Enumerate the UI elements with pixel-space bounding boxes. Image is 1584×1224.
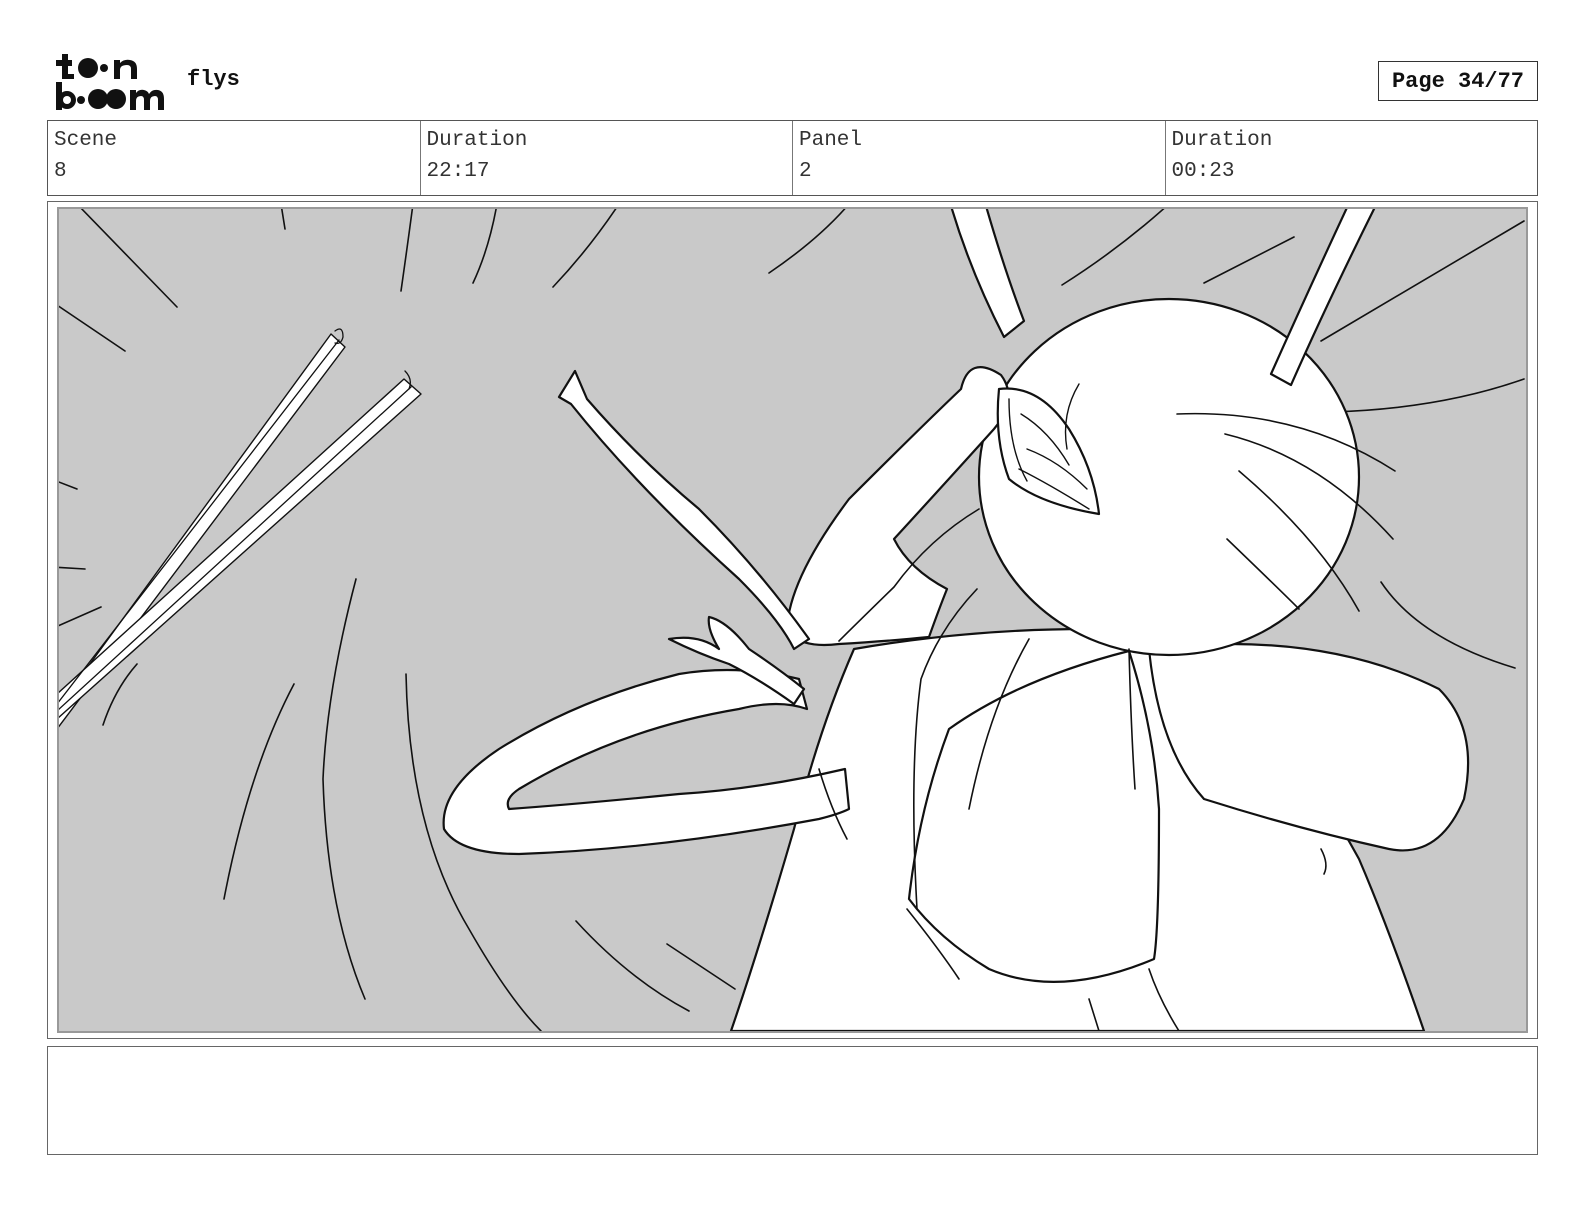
panel-value: 2 xyxy=(799,160,812,183)
panel-notes-box xyxy=(47,1046,1538,1155)
scene-cell: Scene 8 xyxy=(48,121,421,195)
panel-duration-label: Duration xyxy=(1171,129,1273,152)
storyboard-panel-image xyxy=(57,207,1528,1033)
project-title: flys xyxy=(187,67,240,92)
toonboom-logo-icon xyxy=(52,50,164,112)
scene-duration-value: 22:17 xyxy=(426,160,490,183)
panel-duration-value: 00:23 xyxy=(1171,160,1235,183)
scene-value: 8 xyxy=(54,160,67,183)
scene-info-row: Scene 8 Duration 22:17 Panel 2 Duration … xyxy=(47,120,1538,196)
scene-duration-cell: Duration 22:17 xyxy=(421,121,793,195)
panel-duration-cell: Duration 00:23 xyxy=(1166,121,1538,195)
scene-duration-label: Duration xyxy=(426,129,528,152)
panel-cell: Panel 2 xyxy=(793,121,1166,195)
panel-label: Panel xyxy=(799,129,863,152)
page-indicator: Page 34/77 xyxy=(1378,61,1538,101)
scene-label: Scene xyxy=(54,129,118,152)
